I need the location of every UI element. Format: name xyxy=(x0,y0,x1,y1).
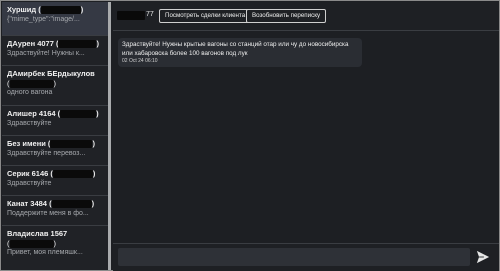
chat-item-no-name[interactable]: Без имени () Здравствуйте перевоз... xyxy=(2,136,108,166)
resume-chat-button[interactable]: Возобновить переписку xyxy=(246,9,327,23)
redacted-phone xyxy=(40,6,81,15)
chat-panel: 77 Посмотреть сделки клиента Возобновить… xyxy=(113,2,499,271)
contact-id: 77 xyxy=(146,11,154,18)
redacted-phone xyxy=(60,110,97,119)
message-text: Здраствуйте! Нужны крытые вагоны со стан… xyxy=(122,41,349,57)
redacted-phone xyxy=(58,40,97,49)
chat-name: Без имени () xyxy=(7,139,95,149)
chat-name: Хуршид () xyxy=(7,5,84,15)
chat-preview: Здравствуйте перевоз... xyxy=(7,149,86,157)
chat-preview: {"mime_type":"image/... xyxy=(7,15,80,23)
chat-name: ДАурен 4077 () xyxy=(7,39,99,49)
redacted-phone xyxy=(9,239,54,248)
chat-preview: Здравствуйте xyxy=(7,179,52,187)
chat-preview: Привет, моя племяшк... xyxy=(7,249,83,256)
chat-phone: () xyxy=(7,238,56,248)
composer xyxy=(113,243,499,271)
chat-item-damirbek[interactable]: ДАмирбек БЕрдыкулов () одного вагона xyxy=(2,66,108,106)
message-input[interactable] xyxy=(118,248,470,266)
redacted-contact-id xyxy=(117,11,145,20)
redacted-phone xyxy=(51,200,92,209)
chat-name: Владислав 1567 xyxy=(7,229,68,238)
chat-preview: Здраствуйте! Нужны к... xyxy=(7,49,85,57)
chat-list: Хуршид () {"mime_type":"image/... ДАурен… xyxy=(2,2,108,270)
chat-preview: Здравствуйте xyxy=(7,119,52,127)
chat-phone: () xyxy=(7,78,56,88)
app-window: Хуршид () {"mime_type":"image/... ДАурен… xyxy=(0,0,500,271)
sidebar-scrollbar[interactable] xyxy=(108,2,111,270)
chat-item-vladislav[interactable]: Владислав 1567 () Привет, моя племяшк... xyxy=(2,226,108,270)
chat-item-serik[interactable]: Серик 6146 () Здравствуйте xyxy=(2,166,108,196)
redacted-phone xyxy=(52,170,93,179)
chat-item-alisher[interactable]: Алишер 4164 () Здравствуйте xyxy=(2,106,108,136)
send-icon[interactable] xyxy=(476,250,490,264)
chat-name: Канат 3484 () xyxy=(7,199,95,209)
chat-preview: Поддержите меня в фо... xyxy=(7,209,89,217)
view-deals-button[interactable]: Посмотреть сделки клиента xyxy=(159,9,252,23)
chat-preview: одного вагона xyxy=(7,89,53,96)
message-timestamp: 02 Oct 24 06:10 xyxy=(122,58,158,64)
chat-name: Серик 6146 () xyxy=(7,169,96,179)
chat-item-dauren[interactable]: ДАурен 4077 () Здраствуйте! Нужны к... xyxy=(2,36,108,66)
message-bubble: Здраствуйте! Нужны крытые вагоны со стан… xyxy=(118,38,362,67)
redacted-phone xyxy=(9,79,54,88)
chat-name: Алишер 4164 () xyxy=(7,109,99,119)
chat-item-kanat[interactable]: Канат 3484 () Поддержите меня в фо... xyxy=(2,196,108,226)
chat-header: 77 Посмотреть сделки клиента Возобновить… xyxy=(113,2,499,31)
chat-name: ДАмирбек БЕрдыкулов xyxy=(7,69,95,78)
redacted-phone xyxy=(50,140,93,149)
chat-item-khurshid[interactable]: Хуршид () {"mime_type":"image/... xyxy=(2,2,108,36)
